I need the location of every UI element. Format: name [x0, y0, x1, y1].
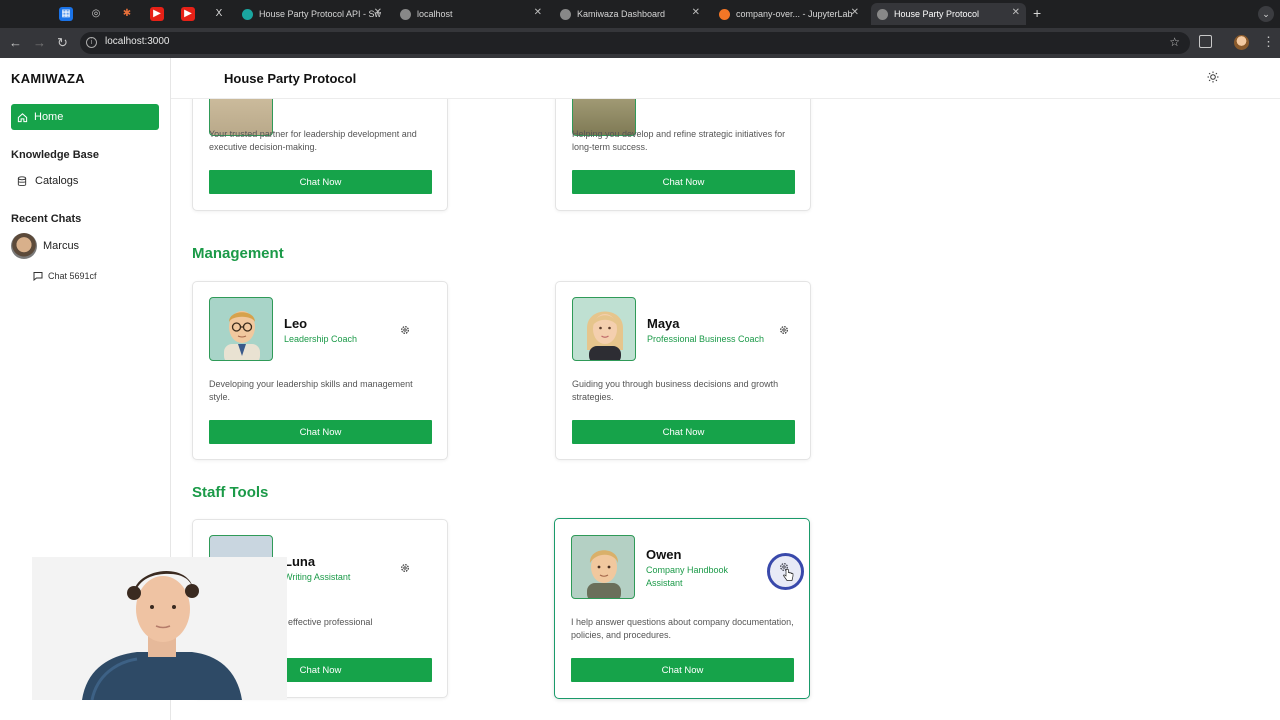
avatar[interactable]: [11, 233, 37, 259]
asterisk-tab-icon[interactable]: ✱: [120, 7, 134, 21]
home-icon: [17, 112, 28, 122]
tab-label: House Party Protocol: [894, 9, 980, 19]
tab-search-icon[interactable]: ⌄: [1258, 6, 1274, 22]
card-description: I help answer questions about company do…: [571, 617, 794, 640]
staff-tools-heading: Staff Tools: [192, 484, 269, 501]
close-icon[interactable]: ✕: [1012, 7, 1020, 18]
tab-label: Kamiwaza Dashboard: [577, 9, 666, 19]
owen-portrait-drawing: [587, 550, 621, 598]
assistant-role: Company Handbook Assistant: [646, 565, 729, 588]
assistant-card-leo: Leo Leadership Coach Developing your lea…: [192, 281, 448, 460]
assistant-name: Owen: [646, 547, 682, 562]
chat-label: Chat 5691cf: [48, 271, 97, 281]
app-header: House Party Protocol: [171, 58, 1280, 99]
card-description: Helping you develop and refine strategic…: [572, 129, 786, 152]
presenter-video: [32, 557, 287, 700]
brand-logo-text: KAMIWAZA: [11, 71, 85, 86]
forward-icon[interactable]: →: [33, 35, 46, 51]
back-icon[interactable]: ←: [9, 35, 22, 51]
assistant-card: Your trusted partner for leadership deve…: [192, 99, 448, 211]
gear-icon[interactable]: [779, 325, 789, 335]
tab-jupyter[interactable]: company-over... - JupyterLab ✕: [713, 3, 865, 25]
youtube-tab-icon[interactable]: ▶: [150, 7, 164, 21]
maya-avatar: [572, 297, 636, 361]
chat-now-button[interactable]: Chat Now: [571, 658, 794, 682]
chat-now-button[interactable]: Chat Now: [209, 420, 432, 444]
github-tab-icon[interactable]: ◎: [89, 7, 103, 21]
url-text: localhost:3000: [105, 36, 170, 47]
youtube-tab-icon-2[interactable]: ▶: [181, 7, 195, 21]
close-icon[interactable]: ✕: [851, 7, 859, 18]
calendar-tab-icon[interactable]: ▦: [59, 7, 73, 21]
close-icon[interactable]: ✕: [534, 7, 542, 18]
tab-localhost[interactable]: localhost ✕: [394, 3, 548, 25]
assistant-role: Leadership Coach: [284, 334, 358, 344]
hand-cursor-icon: [783, 569, 794, 581]
sidebar-item-catalogs[interactable]: Catalogs: [17, 175, 78, 187]
card-description: effective professional: [288, 617, 373, 627]
chat-now-button[interactable]: Chat Now: [572, 170, 795, 194]
chat-now-button[interactable]: Chat Now: [572, 420, 795, 444]
card-description: Developing your leadership skills and ma…: [209, 379, 413, 402]
globe-icon: [877, 8, 888, 20]
maya-portrait-drawing: [587, 311, 623, 360]
profile-avatar[interactable]: [1234, 35, 1249, 50]
address-bar-area: ← → ↻ i localhost:3000 ☆: [0, 28, 1280, 58]
chat-now-button[interactable]: Chat Now: [209, 170, 432, 194]
browser-tab-strip: ▦ ◎ ✱ ▶ ▶ X House Party Protocol API - S…: [0, 0, 1280, 28]
leo-avatar: [209, 297, 273, 361]
assistant-card: Helping you develop and refine strategic…: [555, 99, 811, 211]
gear-icon[interactable]: [400, 325, 410, 335]
card-description: Your trusted partner for leadership deve…: [209, 129, 417, 152]
new-tab-icon[interactable]: +: [1033, 5, 1041, 21]
x-tab-icon[interactable]: X: [212, 7, 226, 21]
tab-label: House Party Protocol API - Sw: [259, 9, 382, 19]
site-info-icon[interactable]: i: [86, 37, 97, 48]
leo-portrait-drawing: [224, 311, 260, 360]
assistant-name: Leo: [284, 316, 308, 331]
recent-chats-heading: Recent Chats: [11, 213, 82, 225]
url-field[interactable]: i localhost:3000 ☆: [80, 32, 1190, 54]
globe-icon: [400, 8, 411, 20]
page-title: House Party Protocol: [224, 71, 357, 86]
jupyter-icon: [719, 8, 730, 20]
extensions-icon[interactable]: [1199, 35, 1212, 48]
owen-avatar: [571, 535, 635, 599]
close-icon[interactable]: ✕: [374, 7, 382, 18]
sun-icon[interactable]: [1207, 71, 1219, 83]
sidebar-item-label: Catalogs: [35, 175, 79, 187]
tab-house-party[interactable]: House Party Protocol ✕: [871, 3, 1026, 25]
assistant-card-owen[interactable]: Owen Company Handbook Assistant I help a…: [554, 518, 810, 699]
swagger-icon: [242, 8, 253, 20]
assistant-role: Professional Business Coach: [647, 334, 765, 344]
tab-label: company-over... - JupyterLab: [736, 9, 853, 19]
sidebar-item-label: Home: [34, 111, 64, 123]
knowledge-base-heading: Knowledge Base: [11, 149, 100, 161]
card-description: Guiding you through business decisions a…: [572, 379, 779, 402]
webcam-overlay: [32, 557, 287, 700]
recent-user-name[interactable]: Marcus: [43, 240, 79, 252]
globe-icon: [560, 8, 571, 20]
browser-menu-icon[interactable]: ⋮: [1262, 34, 1275, 50]
reload-icon[interactable]: ↻: [57, 35, 68, 51]
assistant-name: Luna: [284, 554, 316, 569]
management-heading: Management: [192, 245, 284, 262]
bookmark-star-icon[interactable]: ☆: [1169, 35, 1180, 49]
tab-api[interactable]: House Party Protocol API - Sw ✕: [236, 3, 388, 25]
sidebar-item-chat[interactable]: Chat 5691cf: [33, 271, 97, 281]
gear-icon[interactable]: [400, 563, 410, 573]
message-icon: [33, 272, 43, 281]
assistant-card-maya: Maya Professional Business Coach Guiding…: [555, 281, 811, 460]
database-icon: [17, 175, 27, 186]
main-content: Your trusted partner for leadership deve…: [171, 99, 1280, 720]
tab-label: localhost: [417, 9, 453, 19]
sidebar-item-home[interactable]: Home: [11, 104, 159, 130]
assistant-role: Writing Assistant: [284, 572, 351, 582]
close-icon[interactable]: ✕: [692, 7, 700, 18]
assistant-name: Maya: [647, 316, 680, 331]
tab-dashboard[interactable]: Kamiwaza Dashboard ✕: [554, 3, 706, 25]
